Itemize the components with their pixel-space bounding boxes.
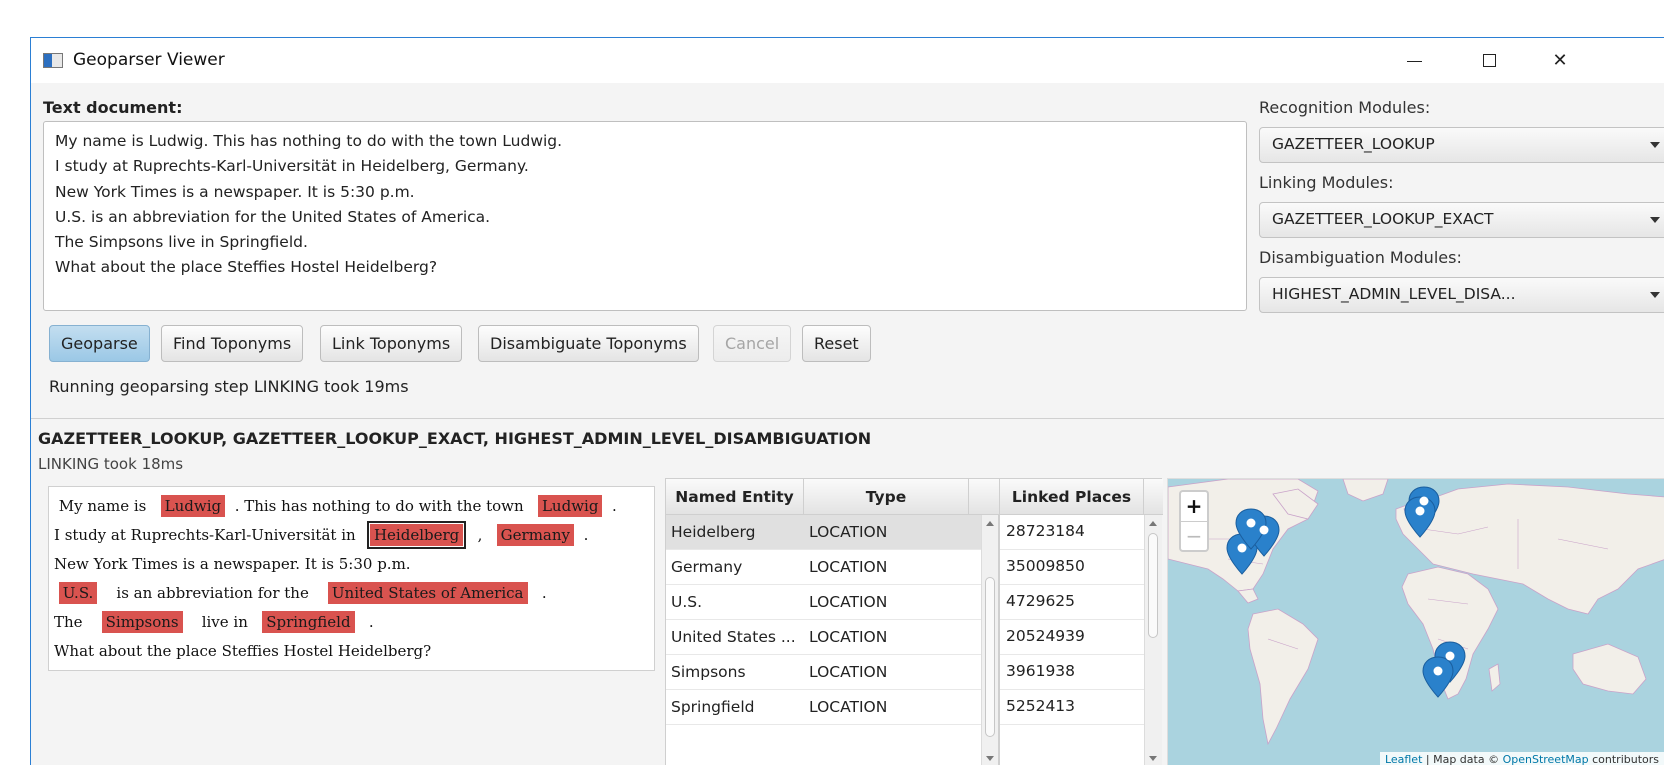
zoom-control: + − [1179,490,1209,552]
doc-text: . This has nothing to do with the town [234,497,524,515]
doc-text: My name is [58,497,147,515]
scrollbar-thumb[interactable] [1148,533,1158,638]
table-row[interactable]: Springfield LOCATION [666,690,981,725]
scroll-up-icon[interactable] [986,521,994,526]
table-row[interactable]: 28723184 [1000,515,1144,550]
column-header-type[interactable]: Type [804,479,969,515]
cancel-button[interactable]: Cancel [713,325,792,362]
maximize-icon[interactable] [1477,48,1503,74]
doc-text: . [583,526,589,544]
toponym-highlight[interactable]: Springfield [262,611,355,633]
toponym-highlight[interactable]: United States of America [327,582,528,604]
linking-modules-select[interactable]: GAZETTEER_LOOKUP_EXACT [1259,202,1664,238]
recognition-modules-select[interactable]: GAZETTEER_LOOKUP [1259,127,1664,163]
chevron-down-icon [1650,292,1660,298]
world-map [1168,479,1664,746]
linking-modules-value: GAZETTEER_LOOKUP_EXACT [1272,210,1494,228]
toponym-highlight-selected[interactable]: Heidelberg [366,521,467,549]
chevron-down-icon [1650,142,1660,148]
title-bar: Geoparser Viewer ✕ [31,38,1664,83]
column-header-filler [1144,479,1163,515]
named-entity-table: Named Entity Type Heidelberg LOCATION Ger… [665,478,1000,765]
column-header-filler [969,479,1000,515]
toponym-highlight[interactable]: U.S. [58,582,98,604]
text-line: My name is Ludwig. This has nothing to d… [55,132,563,150]
doc-text: . [541,584,547,602]
doc-text: live in [201,613,248,631]
doc-text: The [54,613,83,631]
chevron-down-icon [1650,217,1660,223]
zoom-out-button[interactable]: − [1181,521,1207,551]
text-line: The Simpsons live in Springfield. [55,233,308,252]
reset-button[interactable]: Reset [802,325,871,362]
column-header-linked-places[interactable]: Linked Places [1000,479,1144,515]
map-attribution: Leaflet | Map data © OpenStreetMap contr… [1379,752,1664,765]
scroll-down-icon[interactable] [1149,756,1157,761]
doc-text: New York Times is a newspaper. It is 5:3… [54,555,411,573]
doc-text: , [477,526,483,544]
doc-text: I study at Ruprechts-Karl-Universität in [54,526,356,544]
table-row[interactable]: United States ... LOCATION [666,620,981,655]
recognition-modules-label: Recognition Modules: [1259,98,1431,117]
text-line: I study at Ruprechts-Karl-Universität in… [55,157,529,176]
table-row[interactable]: U.S. LOCATION [666,585,981,620]
disambiguation-modules-select[interactable]: HIGHEST_ADMIN_LEVEL_DISA... [1259,277,1664,313]
doc-text: . [368,613,374,631]
toponym-highlight[interactable]: Ludwig [537,495,603,517]
table-row[interactable]: 20524939 [1000,620,1144,655]
text-line: New York Times is a newspaper. It is 5:3… [55,182,415,201]
recognition-modules-value: GAZETTEER_LOOKUP [1272,135,1435,153]
linked-places-table: Linked Places 28723184 35009850 4729625 … [999,478,1163,765]
doc-text: is an abbreviation for the [116,584,309,602]
attribution-text: | Map data © [1422,753,1503,765]
openstreetmap-link[interactable]: OpenStreetMap [1503,753,1589,765]
section-divider [31,418,1664,419]
scrollbar-thumb[interactable] [985,577,995,737]
table-row[interactable]: 35009850 [1000,550,1144,585]
table-row[interactable]: Heidelberg LOCATION [666,515,981,550]
attribution-text-end: contributors [1588,753,1659,765]
table-row[interactable]: 5252413 [1000,690,1144,725]
result-title: GAZETTEER_LOOKUP, GAZETTEER_LOOKUP_EXACT… [38,429,872,448]
scroll-up-icon[interactable] [1149,521,1157,526]
disambiguation-modules-label: Disambiguation Modules: [1259,248,1462,267]
entity-table-scrollbar[interactable] [981,515,998,765]
text-line: What about the place Steffies Hostel Hei… [55,258,438,277]
linking-modules-label: Linking Modules: [1259,173,1394,192]
table-row[interactable]: 3961938 [1000,655,1144,690]
table-row[interactable]: Germany LOCATION [666,550,981,585]
toponym-highlight[interactable]: Simpsons [101,611,183,633]
status-text: Running geoparsing step LINKING took 19m… [49,377,409,396]
disambiguate-toponyms-button[interactable]: Disambiguate Toponyms [478,325,699,362]
find-toponyms-button[interactable]: Find Toponyms [161,325,304,362]
minimize-icon[interactable] [1401,48,1427,74]
result-subtitle: LINKING took 18ms [38,455,184,473]
toponym-highlight[interactable]: Germany [496,524,575,546]
scroll-down-icon[interactable] [986,756,994,761]
geoparse-button[interactable]: Geoparse [49,325,150,362]
toponym-highlight[interactable]: Ludwig [160,495,226,517]
doc-text: What about the place Steffies Hostel Hei… [54,642,432,660]
places-table-scrollbar[interactable] [1144,515,1162,765]
doc-text: . [611,497,617,515]
app-icon [43,53,63,68]
close-icon[interactable]: ✕ [1547,48,1573,74]
map-view[interactable]: + − Leaflet | Map data © OpenStreetMap c… [1167,478,1664,765]
text-line: U.S. is an abbreviation for the United S… [55,207,491,226]
column-header-named-entity[interactable]: Named Entity [666,479,804,515]
window-title: Geoparser Viewer [73,50,225,70]
annotated-document: My name is Ludwig . This has nothing to … [48,486,655,671]
disambiguation-modules-value: HIGHEST_ADMIN_LEVEL_DISA... [1272,285,1516,303]
text-document-input[interactable]: My name is Ludwig. This has nothing to d… [43,121,1247,311]
table-row[interactable]: 4729625 [1000,585,1144,620]
leaflet-link[interactable]: Leaflet [1385,753,1422,765]
table-row[interactable]: Simpsons LOCATION [666,655,981,690]
app-window: Geoparser Viewer ✕ Text document: My nam… [30,37,1664,765]
zoom-in-button[interactable]: + [1181,492,1207,521]
link-toponyms-button[interactable]: Link Toponyms [320,325,463,362]
text-document-label: Text document: [43,98,183,117]
